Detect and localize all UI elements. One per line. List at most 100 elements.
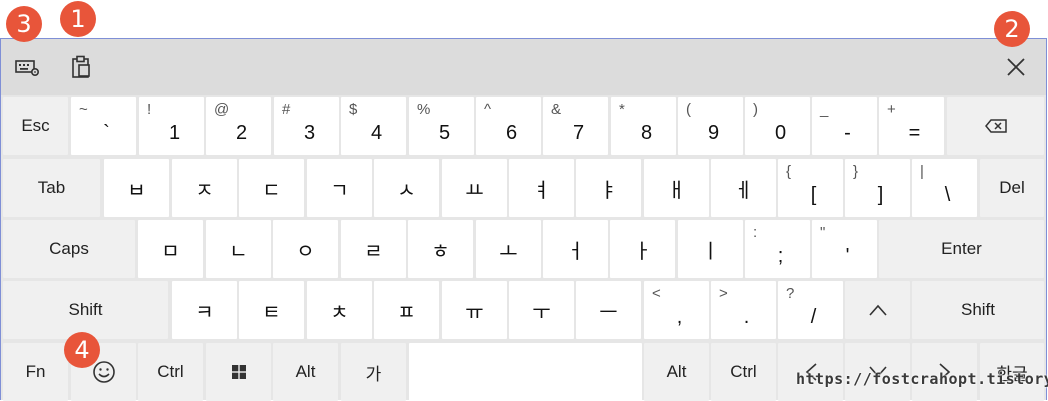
annotation-badge-2: 2 [994,11,1030,47]
key-quote[interactable]: " ' [812,220,877,278]
key-ㅁ[interactable]: ㅁ [138,220,203,278]
key-ㄹ[interactable]: ㄹ [341,220,406,278]
key-alt[interactable]: Alt [644,343,709,401]
key-ㅅ[interactable]: ㅅ [374,159,439,217]
key-5[interactable]: % 5 [409,97,474,155]
key-char-label: ㅡ [599,301,618,324]
key-ㅐ[interactable]: ㅐ [644,159,709,217]
key-ctrl[interactable]: Ctrl [138,343,203,401]
key-backslash[interactable]: | \ [912,159,977,217]
key-ㅓ[interactable]: ㅓ [543,220,608,278]
key-char-label: ㅏ [633,240,652,263]
key-space[interactable] [409,343,642,401]
key-1[interactable]: ! 1 [139,97,204,155]
key-label: Shift [960,300,996,319]
key-alt[interactable]: Alt [273,343,338,401]
key-ㅌ[interactable]: ㅌ [239,281,304,339]
key-shift-label: ( [686,101,691,118]
key-7[interactable]: & 7 [543,97,608,155]
key-ㅋ[interactable]: ㅋ [172,281,237,339]
key-windows[interactable] [206,343,271,401]
key-up-arrow[interactable] [845,281,910,339]
key-ㅕ[interactable]: ㅕ [509,159,574,217]
key-semicolon[interactable]: :; [745,220,810,278]
annotation-badge-4: 4 [64,332,100,368]
key-ㅎ[interactable]: ㅎ [408,220,473,278]
key-char-label: ㅛ [465,179,484,202]
key-label: Enter [941,239,982,258]
key-shift[interactable]: Shift [3,281,168,339]
key-char-label: ㄴ [229,240,248,263]
key-ㅜ[interactable]: ㅜ [509,281,574,339]
key-ㅠ[interactable]: ㅠ [442,281,507,339]
key-char-label: ' [845,244,850,267]
key-caps[interactable]: Caps [3,220,135,278]
key-del[interactable]: Del [980,159,1044,217]
key-char-label: ㅣ [701,240,720,263]
key-6[interactable]: ^ 6 [476,97,541,155]
key-enter[interactable]: Enter [879,220,1044,278]
key-minus[interactable]: _ - [812,97,877,155]
key-ㄷ[interactable]: ㄷ [239,159,304,217]
key-9[interactable]: (9 [678,97,743,155]
clipboard-icon[interactable] [67,53,95,81]
close-icon[interactable] [1002,53,1030,81]
key-char-label: 6 [505,121,518,144]
key-label: 가 [365,364,382,384]
key-label: Caps [49,239,89,258]
key-4[interactable]: $4 [341,97,406,155]
key-8[interactable]: * 8 [611,97,676,155]
annotation-badge-3: 3 [6,6,42,42]
key-ㅂ[interactable]: ㅂ [104,159,169,217]
key-가[interactable]: 가 [341,343,406,401]
key-shift[interactable]: Shift [912,281,1044,339]
key-label: Alt [666,362,687,381]
key-label: Alt [295,362,316,381]
key-char-label: ㅂ [127,179,146,202]
key-ㄱ[interactable]: ㄱ [307,159,372,217]
key-0[interactable]: ) 0 [745,97,810,155]
key-shift-label: # [282,101,291,118]
up-arrow-icon [868,304,888,316]
key-char-label: 2 [235,121,248,144]
key-esc[interactable]: Esc [3,97,68,155]
key-ㅊ[interactable]: ㅊ [307,281,372,339]
key-ㅗ[interactable]: ㅗ [476,220,541,278]
key-ㅔ[interactable]: ㅔ [711,159,776,217]
key-period[interactable]: >. [711,281,776,339]
key-ㅣ[interactable]: ㅣ [678,220,743,278]
key-shift-label: " [820,224,826,241]
key-close-bracket[interactable]: }] [845,159,910,217]
key-ㅍ[interactable]: ㅍ [374,281,439,339]
keyboard-settings-icon[interactable] [14,53,42,81]
key-ㅈ[interactable]: ㅈ [172,159,237,217]
key-char-label: ㅊ [330,301,349,324]
key-shift-label: ~ [79,101,88,118]
key-ctrl[interactable]: Ctrl [711,343,776,401]
annotation-badge-1: 1 [60,1,96,37]
key-shift-label: & [551,101,562,118]
key-shift-label: $ [349,101,358,118]
key-ㅇ[interactable]: ㅇ [273,220,338,278]
key-2[interactable]: @2 [206,97,271,155]
key-char-label: ㅔ [734,179,753,202]
key-shift-label: : [753,224,758,241]
key-ㄴ[interactable]: ㄴ [206,220,271,278]
key-backtick[interactable]: ~ ` [71,97,136,155]
key-char-label: ; [777,244,784,267]
key-char-label: ㅓ [566,240,585,263]
key-equals[interactable]: + = [879,97,944,155]
key-ㅛ[interactable]: ㅛ [442,159,507,217]
key-comma[interactable]: <, [644,281,709,339]
key-ㅑ[interactable]: ㅑ [576,159,641,217]
key-3[interactable]: #3 [274,97,339,155]
key-ㅡ[interactable]: ㅡ [576,281,641,339]
key-slash[interactable]: ? / [778,281,843,339]
key-char-label: ㅐ [667,179,686,202]
key-ㅏ[interactable]: ㅏ [610,220,675,278]
key-char-label: ㅅ [397,179,416,202]
key-fn[interactable]: Fn [3,343,68,401]
key-tab[interactable]: Tab [3,159,100,217]
key-open-bracket[interactable]: {[ [778,159,843,217]
key-backspace[interactable] [947,97,1044,155]
